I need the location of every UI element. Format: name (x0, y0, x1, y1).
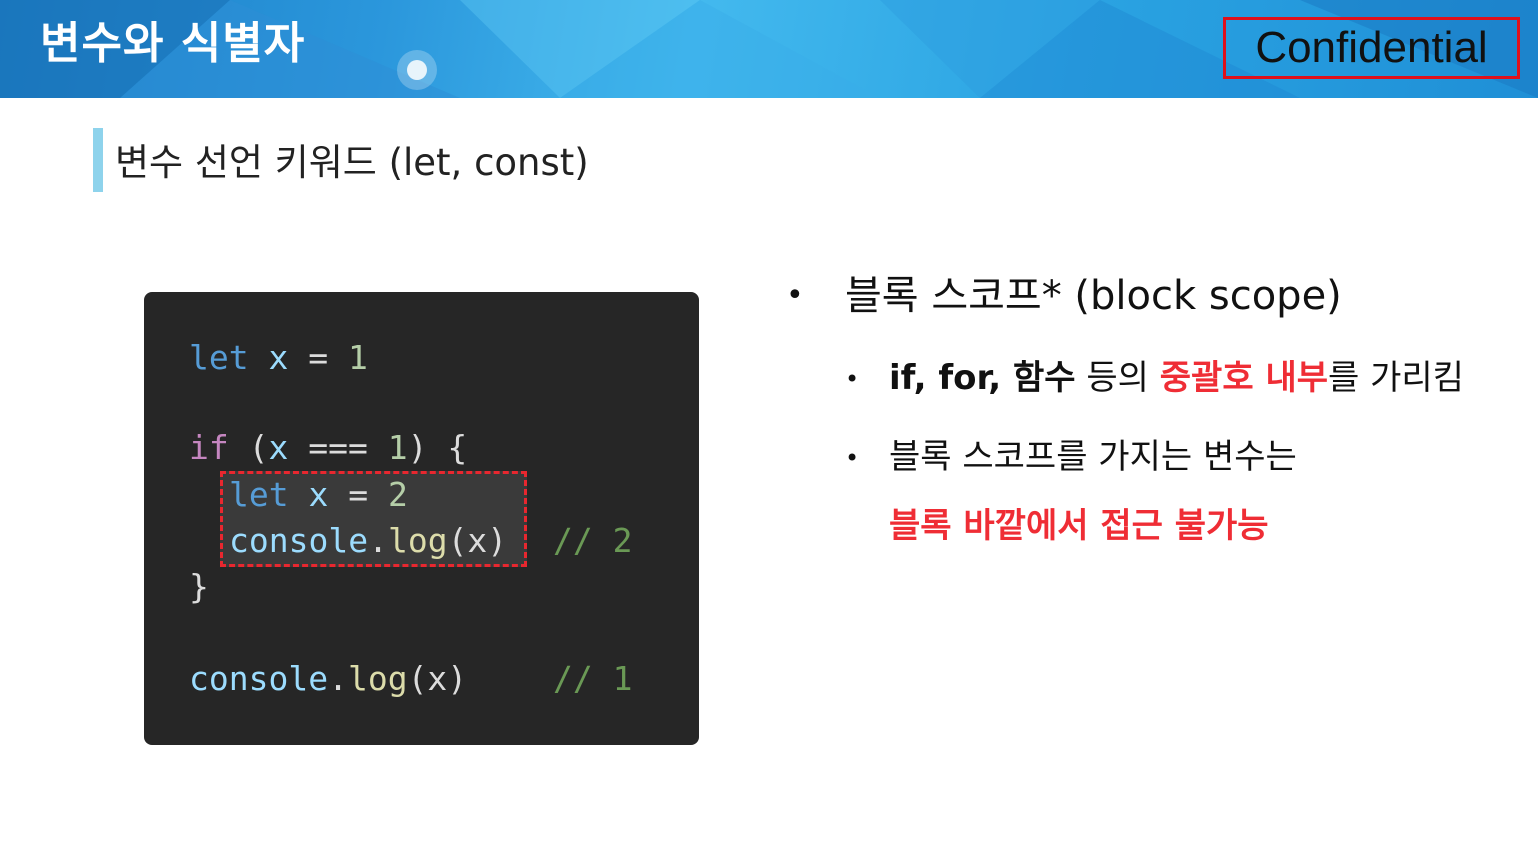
header-banner: 변수와 식별자 Confidential (0, 0, 1538, 98)
slide: 변수와 식별자 Confidential 변수 선언 키워드 (let, con… (0, 0, 1538, 864)
code-number: 1 (387, 428, 408, 467)
code-args: (x) (447, 521, 508, 560)
code-number: 1 (347, 338, 368, 377)
bullet-sub-2-highlight: 블록 바깥에서 접근 불가능 (889, 506, 1269, 546)
code-function: log (387, 521, 448, 560)
bullet-sub-1-highlight: 중괄호 내부 (1159, 358, 1329, 398)
code-comment: // 1 (553, 659, 633, 698)
code-line-6: } (189, 567, 209, 607)
bullet-marker: • (845, 365, 860, 393)
code-brace: { (447, 428, 468, 467)
bullet-sub-1-plain: 등의 (1075, 358, 1160, 398)
code-keyword: let (229, 475, 289, 514)
code-line-4: let x = 2 (229, 475, 408, 515)
code-object: console (229, 521, 369, 560)
section-accent-bar (93, 128, 103, 192)
code-dot: . (328, 659, 348, 698)
code-object: console (189, 659, 329, 698)
bullet-sub-1-tail: 를 가리킴 (1328, 358, 1464, 398)
code-operator: === (308, 428, 368, 467)
bullet-sub-1-bold: if, for, 함수 (889, 358, 1076, 398)
code-keyword: let (189, 338, 249, 377)
bullet-marker: • (845, 444, 860, 472)
section-heading: 변수 선언 키워드 (let, const) (115, 141, 589, 184)
code-variable: x (268, 428, 289, 467)
code-line-8: console.log(x) (189, 659, 467, 699)
slide-title: 변수와 식별자 (40, 18, 306, 69)
code-line-5: console.log(x) (229, 521, 507, 561)
confidential-badge: Confidential (1223, 17, 1520, 79)
code-line-3: if (x === 1) { (189, 428, 467, 468)
code-paren: ) (407, 428, 428, 467)
code-args: (x) (407, 659, 468, 698)
code-keyword: if (189, 428, 229, 467)
code-operator: = (348, 475, 369, 514)
code-operator: = (308, 338, 329, 377)
code-comment: // 2 (553, 521, 633, 560)
code-function: log (347, 659, 408, 698)
bullet-marker: • (786, 278, 804, 313)
code-dot: . (368, 521, 388, 560)
code-paren: ( (248, 428, 269, 467)
code-number: 2 (387, 475, 408, 514)
bullet-sub-2: 블록 스코프를 가지는 변수는 (889, 437, 1297, 477)
bullet-main-text: 블록 스코프* (block scope) (845, 273, 1342, 319)
code-brace: } (189, 567, 209, 606)
confidential-label: Confidential (1255, 23, 1488, 72)
code-variable: x (268, 338, 289, 377)
bullet-sub-1: if, for, 함수 등의 중괄호 내부를 가리킴 (889, 354, 1464, 402)
code-line-1: let x = 1 (189, 338, 368, 378)
code-variable: x (308, 475, 329, 514)
